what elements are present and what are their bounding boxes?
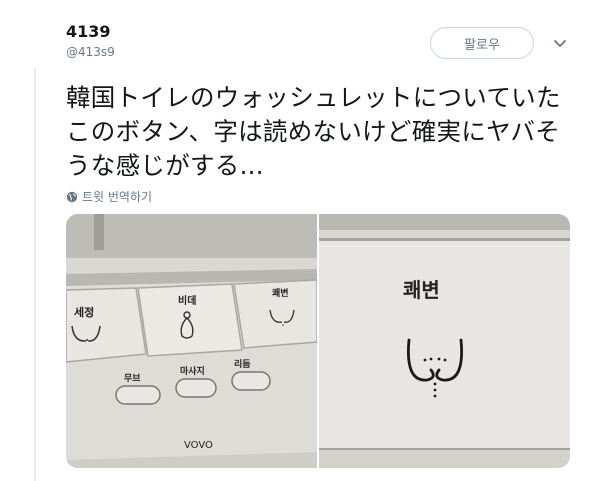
photo-button-label-wash: 세정 xyxy=(74,305,94,319)
display-name[interactable]: 4139 xyxy=(66,22,111,41)
globe-icon xyxy=(66,191,78,202)
photo-button-label-bidet: 비데 xyxy=(178,294,196,307)
photo-button-label-bowel: 쾌변 xyxy=(272,287,289,299)
photo-toilet-panel[interactable]: 세정 비데 쾌변 무브 마사지 리듬 VOVO xyxy=(66,214,317,468)
user-handle[interactable]: @413s9 xyxy=(66,45,115,59)
closeup-label: 쾌변 xyxy=(403,278,440,302)
translate-label: 트윗 번역하기 xyxy=(82,190,153,204)
tweet-text: 韓国トイレのウォッシュレットについていたこのボタン、字は読めないけど確実にヤバそ… xyxy=(66,83,561,180)
media-grid: 세정 비데 쾌변 무브 마사지 리듬 VOVO 쾌변 xyxy=(66,214,570,468)
photo-button-closeup[interactable]: 쾌변 xyxy=(319,214,570,468)
photo-brand: VOVO xyxy=(184,440,213,451)
photo-small-label-move: 무브 xyxy=(124,373,141,384)
thread-line xyxy=(34,68,36,481)
translate-tweet-link[interactable]: 트윗 번역하기 xyxy=(66,188,152,205)
chevron-down-icon[interactable] xyxy=(553,37,567,51)
photo-small-label-massage: 마사지 xyxy=(180,365,205,377)
follow-button[interactable]: 팔로우 xyxy=(430,27,534,59)
photo-small-label-rhythm: 리듬 xyxy=(234,358,251,370)
